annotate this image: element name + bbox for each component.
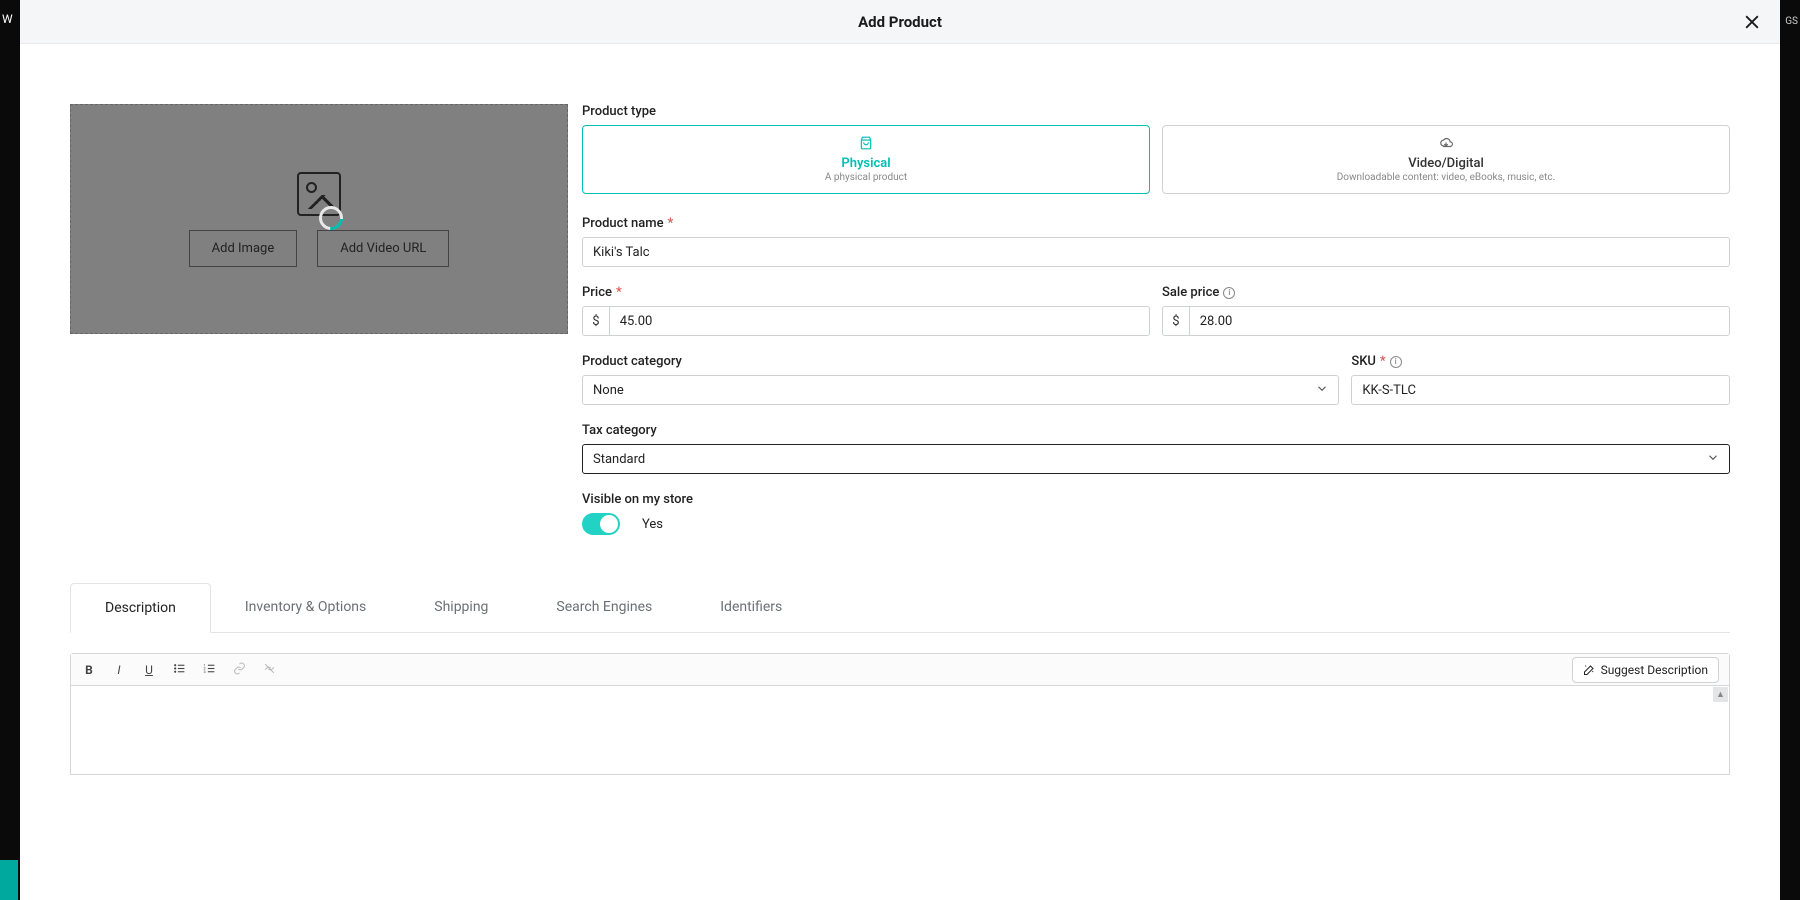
media-buttons: Add Image Add Video URL xyxy=(189,230,450,267)
page-title: Add Product xyxy=(858,13,942,31)
category-sku-row: Product category SKU * i xyxy=(582,354,1730,405)
background-right-strip: GS xyxy=(1780,0,1800,900)
visible-value-text: Yes xyxy=(642,517,663,532)
currency-prefix: $ xyxy=(1162,306,1189,336)
sale-price-input-group: $ xyxy=(1162,306,1730,336)
tax-category-select-wrap xyxy=(582,444,1730,474)
tab-description[interactable]: Description xyxy=(70,583,211,633)
product-name-field: Product name * xyxy=(582,216,1730,267)
type-physical-title: Physical xyxy=(841,156,890,171)
bullet-list-button[interactable] xyxy=(171,662,187,678)
tax-category-field: Tax category xyxy=(582,423,1730,474)
bg-left-letter: W xyxy=(2,12,13,26)
numbered-list-button[interactable]: 123 xyxy=(201,662,217,678)
link-button[interactable] xyxy=(231,662,247,678)
editor-toolbar: B I U 123 xyxy=(71,654,1729,686)
shopping-bag-icon xyxy=(859,136,873,154)
form-column: Product type Physical A physical product xyxy=(582,104,1730,535)
add-image-button[interactable]: Add Image xyxy=(189,230,298,267)
product-category-select-wrap xyxy=(582,375,1339,405)
sku-field: SKU * i xyxy=(1351,354,1730,405)
scroll-up-icon[interactable]: ▲ xyxy=(1713,687,1728,702)
cloud-download-icon xyxy=(1439,136,1453,154)
product-name-label: Product name * xyxy=(582,216,1730,231)
sale-price-input[interactable] xyxy=(1189,306,1730,336)
editor-body[interactable]: ▲ xyxy=(71,686,1729,774)
underline-button[interactable]: U xyxy=(141,663,157,677)
info-icon[interactable]: i xyxy=(1390,356,1402,368)
price-label: Price * xyxy=(582,285,1150,300)
tab-identifiers[interactable]: Identifiers xyxy=(686,583,816,632)
suggest-description-button[interactable]: Suggest Description xyxy=(1572,657,1719,683)
visible-toggle-row: Yes xyxy=(582,513,1730,535)
type-digital-sub: Downloadable content: video, eBooks, mus… xyxy=(1337,172,1556,183)
sale-price-label: Sale price i xyxy=(1162,285,1730,300)
sku-input[interactable] xyxy=(1351,375,1730,405)
unlink-button[interactable] xyxy=(261,662,277,678)
wand-icon xyxy=(1583,664,1595,676)
add-product-modal: Add Product Add Image Add Video URL Prod… xyxy=(20,0,1780,900)
price-label-text: Price xyxy=(582,285,612,300)
price-field: Price * $ xyxy=(582,285,1150,336)
modal-body: Add Image Add Video URL Product type Phy… xyxy=(20,44,1780,775)
product-type-label: Product type xyxy=(582,104,1730,119)
add-video-url-button[interactable]: Add Video URL xyxy=(317,230,449,267)
close-icon xyxy=(1742,12,1762,32)
media-dropzone[interactable]: Add Image Add Video URL xyxy=(70,104,568,334)
svg-text:3: 3 xyxy=(203,668,205,673)
visible-toggle[interactable] xyxy=(582,513,620,535)
tabs-section: Description Inventory & Options Shipping… xyxy=(70,583,1730,775)
tax-category-label: Tax category xyxy=(582,423,1730,438)
required-star: * xyxy=(616,285,622,300)
tax-category-select[interactable] xyxy=(582,444,1730,474)
required-star: * xyxy=(1380,354,1386,369)
product-type-physical[interactable]: Physical A physical product xyxy=(582,125,1150,194)
modal-header: Add Product xyxy=(20,0,1780,44)
media-icon-wrap xyxy=(297,172,341,216)
description-editor: B I U 123 xyxy=(70,653,1730,775)
product-type-row: Physical A physical product Video/Digita… xyxy=(582,125,1730,194)
suggest-label: Suggest Description xyxy=(1601,663,1708,677)
tab-shipping[interactable]: Shipping xyxy=(400,583,522,632)
product-type-digital[interactable]: Video/Digital Downloadable content: vide… xyxy=(1162,125,1730,194)
price-input-group: $ xyxy=(582,306,1150,336)
tabs: Description Inventory & Options Shipping… xyxy=(70,583,1730,633)
bg-right-letters: GS xyxy=(1785,16,1798,27)
background-left-strip: W xyxy=(0,0,20,900)
product-name-input[interactable] xyxy=(582,237,1730,267)
product-category-field: Product category xyxy=(582,354,1339,405)
sku-label: SKU * i xyxy=(1351,354,1730,369)
type-digital-title: Video/Digital xyxy=(1408,156,1484,171)
tab-search-engines[interactable]: Search Engines xyxy=(522,583,686,632)
product-category-select[interactable] xyxy=(582,375,1339,405)
sku-label-text: SKU xyxy=(1351,354,1376,369)
currency-prefix: $ xyxy=(582,306,609,336)
visible-field: Visible on my store Yes xyxy=(582,492,1730,535)
price-input[interactable] xyxy=(609,306,1150,336)
background-accent xyxy=(0,860,18,900)
top-row: Add Image Add Video URL Product type Phy… xyxy=(70,104,1730,535)
visible-label: Visible on my store xyxy=(582,492,1730,507)
product-name-label-text: Product name xyxy=(582,216,664,231)
tab-inventory-options[interactable]: Inventory & Options xyxy=(211,583,400,632)
product-category-label: Product category xyxy=(582,354,1339,369)
info-icon[interactable]: i xyxy=(1223,287,1235,299)
sale-price-field: Sale price i $ xyxy=(1162,285,1730,336)
bold-button[interactable]: B xyxy=(81,663,97,677)
required-star: * xyxy=(668,216,674,231)
italic-button[interactable]: I xyxy=(111,663,127,677)
price-row: Price * $ Sale price i xyxy=(582,285,1730,336)
sale-price-label-text: Sale price xyxy=(1162,285,1219,300)
close-button[interactable] xyxy=(1738,8,1766,36)
type-physical-sub: A physical product xyxy=(825,172,907,183)
